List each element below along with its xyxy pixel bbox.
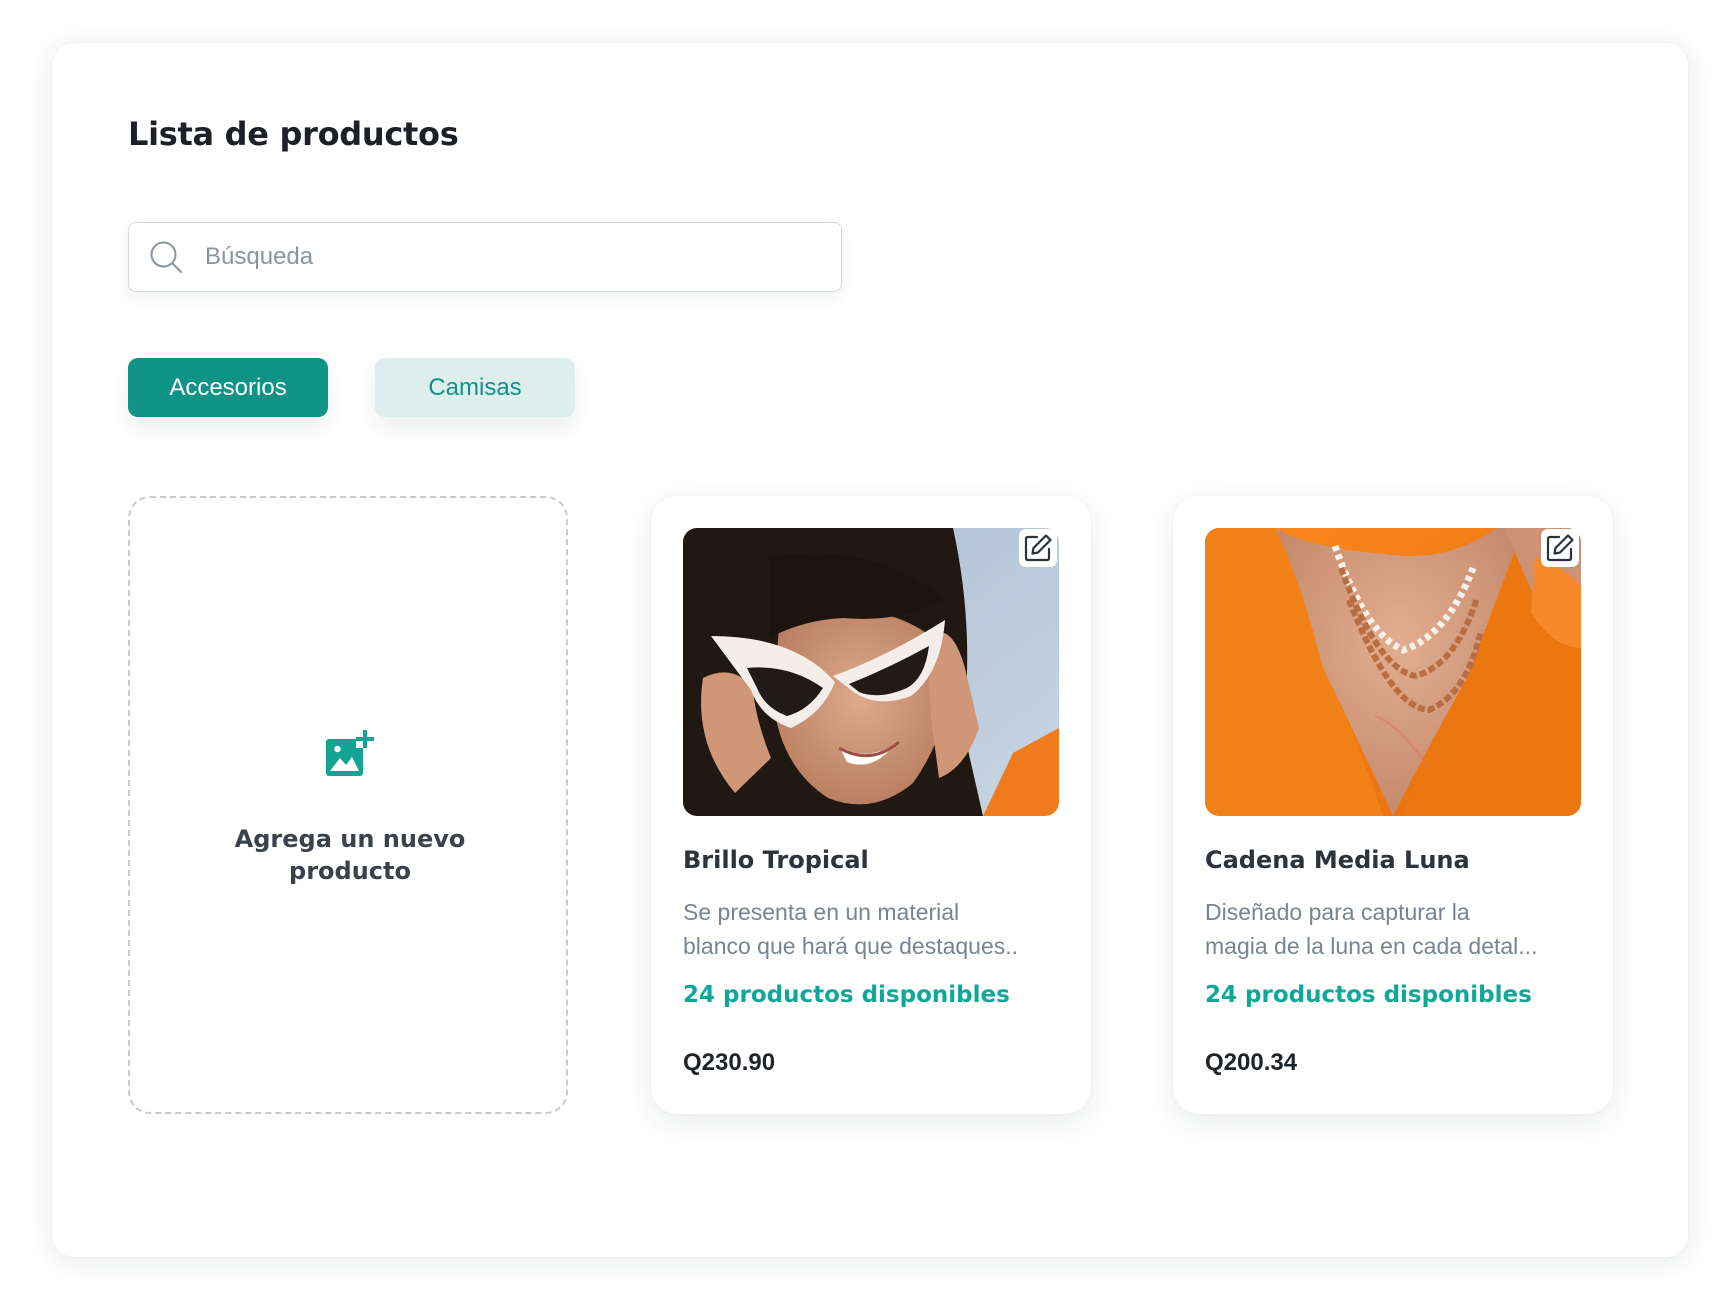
- edit-button[interactable]: [1019, 529, 1057, 567]
- product-description: Se presenta en un material blanco que ha…: [683, 899, 1019, 959]
- search-bar[interactable]: [128, 222, 842, 292]
- product-card[interactable]: Cadena Media Luna Diseñado para capturar…: [1173, 496, 1613, 1114]
- product-image-necklace: [1205, 528, 1581, 816]
- product-stock: 24 productos disponibles: [1205, 982, 1532, 1008]
- product-price: Q230.90: [683, 1049, 776, 1076]
- search-icon: [149, 240, 183, 274]
- edit-icon: [1546, 534, 1574, 562]
- add-product-label: Agrega un nuevo producto: [234, 825, 466, 885]
- category-tab-accesorios[interactable]: Accesorios: [128, 358, 328, 417]
- product-image-sunglasses: [683, 528, 1059, 816]
- product-price: Q200.34: [1205, 1049, 1298, 1076]
- product-card[interactable]: Brillo Tropical Se presenta en un materi…: [651, 496, 1091, 1114]
- search-input[interactable]: [203, 242, 807, 272]
- edit-button[interactable]: [1541, 529, 1579, 567]
- page-title: Lista de productos: [128, 115, 459, 153]
- add-image-icon: [326, 730, 374, 776]
- category-tab-camisas[interactable]: Camisas: [375, 358, 575, 417]
- products-panel: Lista de productos Accesorios Camisas Ag…: [52, 43, 1688, 1257]
- product-name: Cadena Media Luna: [1205, 846, 1470, 874]
- product-stock: 24 productos disponibles: [683, 982, 1010, 1008]
- add-product-card[interactable]: Agrega un nuevo producto: [128, 496, 568, 1114]
- product-name: Brillo Tropical: [683, 846, 869, 874]
- product-description: Diseñado para capturar la magia de la lu…: [1205, 899, 1538, 959]
- edit-icon: [1024, 534, 1052, 562]
